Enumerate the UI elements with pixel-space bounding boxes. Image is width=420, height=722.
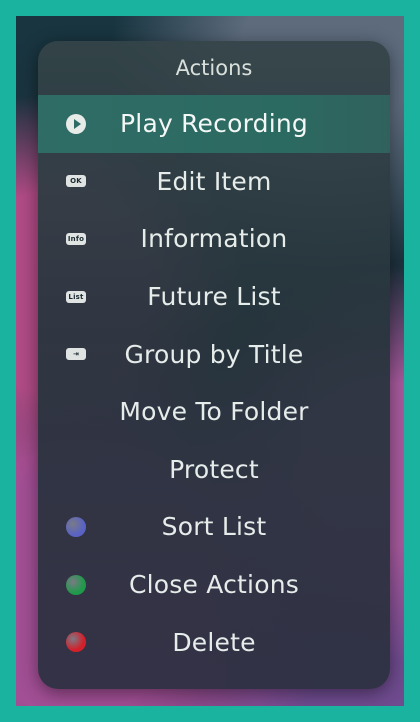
menu-title: Actions: [175, 56, 253, 80]
screen-frame: Actions Play Recording OK Edit Item Info…: [16, 16, 404, 706]
menu-item-label: Delete: [172, 627, 256, 657]
menu-item-play-recording[interactable]: Play Recording: [38, 95, 390, 153]
menu-item-label: Close Actions: [129, 570, 299, 600]
menu-item-label: Future List: [147, 282, 281, 312]
menu-item-label: Edit Item: [156, 166, 272, 196]
blue-button-icon: [66, 516, 86, 537]
list-button-icon: List: [66, 290, 86, 303]
ok-button-icon: OK: [66, 175, 86, 188]
menu-item-delete[interactable]: Delete: [38, 613, 390, 671]
play-button-icon: [66, 113, 86, 134]
menu-item-label: Move To Folder: [119, 397, 309, 427]
menu-item-label: Sort List: [161, 512, 267, 542]
menu-item-label: Protect: [169, 454, 259, 484]
menu-item-edit-item[interactable]: OK Edit Item: [38, 153, 390, 211]
menu-item-label: Group by Title: [124, 339, 304, 369]
red-button-icon: [66, 632, 86, 653]
info-button-icon: Info: [66, 232, 86, 245]
menu-item-protect[interactable]: Protect: [38, 441, 390, 499]
menu-item-label: Information: [140, 224, 288, 254]
menu-item-group-by-title[interactable]: ⇥ Group by Title: [38, 325, 390, 383]
menu-item-close-actions[interactable]: Close Actions: [38, 556, 390, 614]
menu-item-move-to-folder[interactable]: Move To Folder: [38, 383, 390, 441]
menu-item-sort-list[interactable]: Sort List: [38, 498, 390, 556]
menu-item-label: Play Recording: [120, 109, 308, 139]
green-button-icon: [66, 574, 86, 595]
menu-item-information[interactable]: Info Information: [38, 210, 390, 268]
skip-button-icon: ⇥: [66, 348, 86, 361]
actions-menu: Actions Play Recording OK Edit Item Info…: [38, 41, 390, 689]
menu-item-future-list[interactable]: List Future List: [38, 268, 390, 326]
